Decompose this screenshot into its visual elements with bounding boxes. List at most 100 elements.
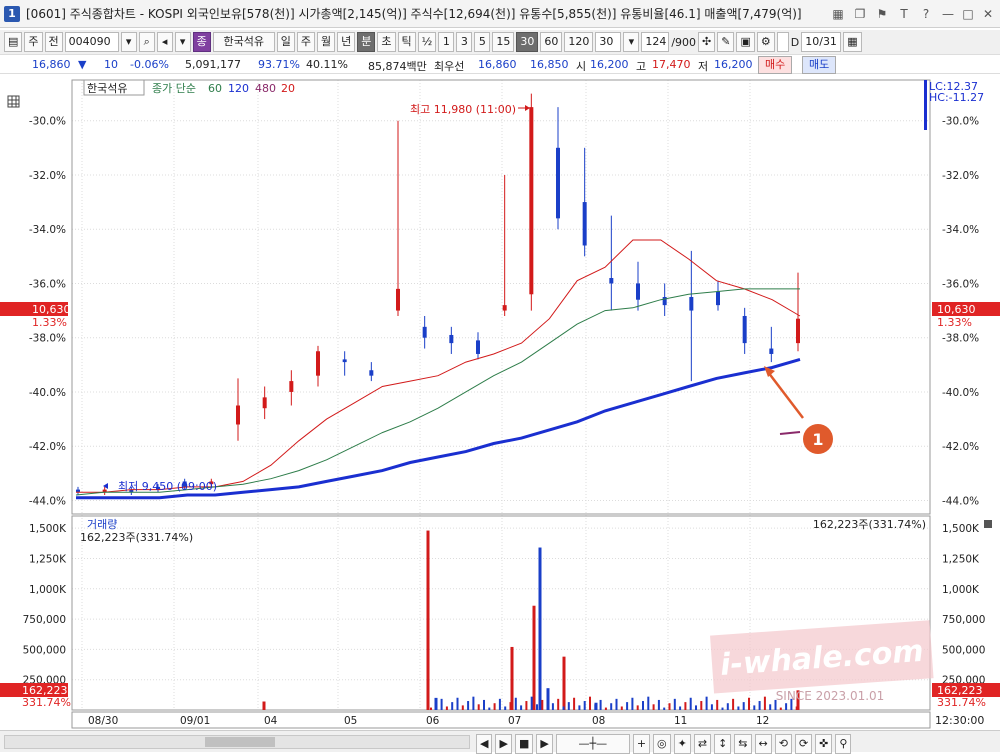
volume-bar-small: [657, 699, 660, 710]
tab-period-4[interactable]: 분: [357, 32, 376, 52]
search-icon[interactable]: ⌕: [138, 32, 155, 52]
candle-body: [316, 351, 320, 376]
close-icon[interactable]: ✕: [980, 6, 996, 22]
grid-icon[interactable]: ▦: [830, 6, 846, 22]
stock-chart[interactable]: -30.0% -32.0% -34.0% -36.0% -38.0% -40.0% -42.…: [0, 76, 1000, 752]
volume-bar-small: [742, 702, 745, 710]
play-icon[interactable]: ▶: [536, 734, 553, 754]
candle-body: [742, 315, 747, 344]
tab-period-6[interactable]: 틱: [397, 32, 416, 52]
volume-bar-small: [689, 697, 692, 710]
volume-bar-small: [695, 705, 697, 710]
tool-icon-10[interactable]: ⚲: [835, 734, 852, 754]
volume-bar-small: [647, 696, 650, 710]
volume-bar-small: [758, 701, 761, 710]
interval-dropdown-icon[interactable]: ▾: [623, 32, 640, 52]
tab-period-3[interactable]: 년: [337, 32, 356, 52]
volume-bar-small: [604, 707, 607, 710]
volume-bar-small: [430, 707, 432, 710]
settings-icon[interactable]: ⚙: [756, 32, 775, 52]
volume-bar-small: [509, 702, 512, 710]
volume-panel-handle-icon[interactable]: [984, 520, 992, 528]
volume-bar-small: [578, 705, 581, 710]
tab-period-1[interactable]: 주: [296, 32, 316, 52]
layout-icon[interactable]: ▤: [4, 32, 23, 52]
zoom-in-icon[interactable]: +: [632, 734, 651, 754]
tab-interval-5[interactable]: 5: [474, 32, 491, 52]
tab-period-2[interactable]: 월: [317, 32, 336, 52]
date-input[interactable]: 10/31: [801, 32, 842, 52]
sound-icon[interactable]: ◂: [156, 32, 173, 52]
scroll-left-icon[interactable]: ◀: [476, 734, 493, 754]
candle-body: [262, 397, 267, 409]
help-icon[interactable]: ?: [918, 6, 934, 22]
stop-icon[interactable]: ■: [514, 734, 534, 754]
volume-bar-small: [716, 699, 719, 710]
volume-legend: 거래량: [87, 518, 117, 531]
tab-period-5[interactable]: 초: [377, 32, 396, 52]
volume-tick-label-left: 1,000K: [29, 584, 67, 596]
volume-bar-small: [551, 703, 554, 710]
flag-icon[interactable]: ⚑: [874, 6, 890, 22]
y-tick-label-right: -40.0%: [942, 387, 979, 399]
draw-tool-icon[interactable]: ✎: [717, 32, 735, 52]
legend-ma-label: 종가 단순: [152, 82, 196, 95]
crosshair-icon[interactable]: ✣: [698, 32, 716, 52]
sound-dropdown-icon[interactable]: ▾: [174, 32, 191, 52]
volume-bar-small: [737, 706, 740, 710]
scroll-right-icon[interactable]: ▶: [495, 734, 512, 754]
tool-icon-6[interactable]: ↔: [754, 734, 772, 754]
y-tick-label-right: -36.0%: [942, 278, 979, 290]
interval-input[interactable]: 30: [595, 32, 622, 52]
tab-interval-30[interactable]: 30: [516, 32, 539, 52]
window-title: [0601] 주식종합차트 - KOSPI 외국인보유[578(천)] 시가총액…: [26, 7, 802, 21]
maximize-icon[interactable]: □: [960, 6, 976, 22]
minimize-icon[interactable]: —: [940, 6, 956, 22]
stock-type-tag: 종: [192, 32, 211, 52]
market-select[interactable]: 주: [24, 32, 43, 52]
table-icon[interactable]: [7, 95, 20, 108]
watermark-since: SINCE 2023.01.01: [776, 689, 885, 703]
count-input[interactable]: 124: [641, 32, 670, 52]
tool-icon-9[interactable]: ✜: [815, 734, 833, 754]
tool-icon-5[interactable]: ⇆: [734, 734, 752, 754]
tool-icon-7[interactable]: ⟲: [774, 734, 792, 754]
zoom-slider[interactable]: —┼—: [555, 734, 630, 754]
sell-button[interactable]: 매도: [802, 56, 837, 74]
tab-interval-3[interactable]: 3: [456, 32, 473, 52]
period-tabs: 일주월년분초틱: [276, 32, 416, 52]
interval-tabs: 1 3 5 15 30 60 120: [438, 32, 594, 52]
window-number-badge: 1: [4, 5, 20, 22]
candle-body: [369, 370, 374, 376]
scrollbar-thumb[interactable]: [205, 737, 275, 747]
all-button[interactable]: 전: [44, 32, 63, 52]
copy-icon[interactable]: ❐: [852, 6, 868, 22]
text-icon[interactable]: T: [896, 6, 912, 22]
volume-bar-small: [483, 699, 485, 710]
tool-icon-4[interactable]: ↕: [714, 734, 732, 754]
tab-interval-60[interactable]: 60: [540, 32, 563, 52]
y-tick-label-right: -30.0%: [942, 116, 979, 128]
calendar-icon[interactable]: ▦: [843, 32, 862, 52]
tool-icon-1[interactable]: ◎: [653, 734, 671, 754]
tab-interval-1[interactable]: 1: [438, 32, 455, 52]
tab-interval-15[interactable]: 15: [492, 32, 515, 52]
code-dropdown-icon[interactable]: ▾: [120, 32, 137, 52]
x-tick-label: 05: [344, 715, 357, 727]
volume-last-value-right: 162,223주(331.74%): [813, 518, 926, 531]
y-tick-label-left: -38.0%: [29, 333, 66, 345]
tool-icon-3[interactable]: ⇄: [693, 734, 712, 754]
tool-icon-8[interactable]: ⟳: [794, 734, 813, 754]
candle-body: [422, 326, 427, 338]
low-price: 16,200: [714, 58, 753, 71]
tool-icon-2[interactable]: ✦: [673, 734, 691, 754]
d-checkbox[interactable]: [776, 32, 789, 52]
save-icon[interactable]: ▣: [736, 32, 755, 52]
candle-body: [449, 334, 454, 344]
half-button[interactable]: ½: [417, 32, 437, 52]
buy-button[interactable]: 매수: [758, 56, 793, 74]
stock-code-input[interactable]: 004090: [64, 32, 119, 52]
tab-period-0[interactable]: 일: [276, 32, 295, 52]
horizontal-scrollbar[interactable]: [4, 735, 470, 749]
tab-interval-120[interactable]: 120: [564, 32, 594, 52]
